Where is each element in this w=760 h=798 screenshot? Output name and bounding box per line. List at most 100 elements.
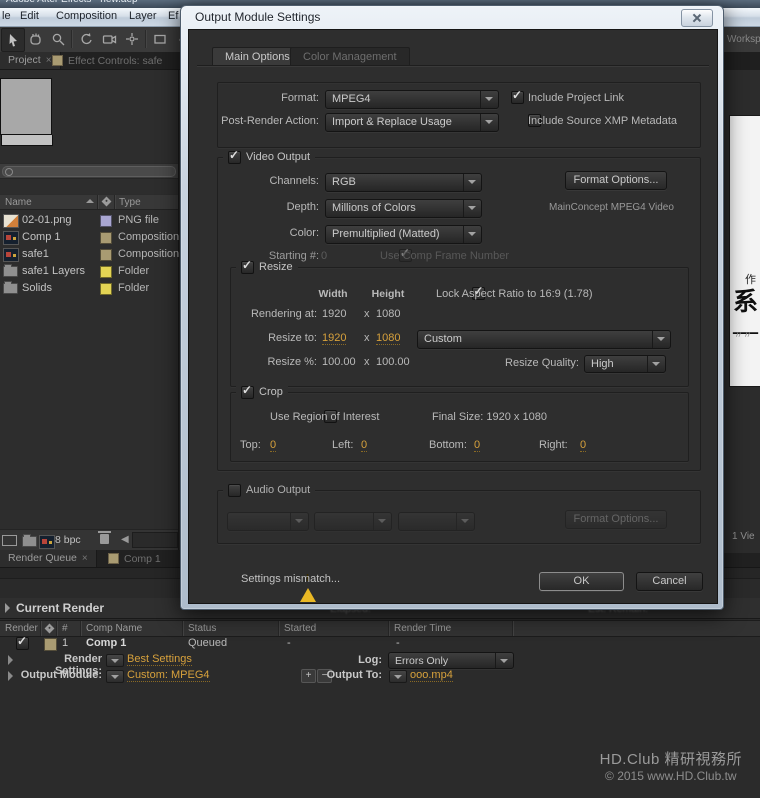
tab-comp-1[interactable]: Comp 1 [100, 550, 169, 567]
output-module-value[interactable]: Custom: MPEG4 [127, 669, 210, 682]
render-settings-dropdown[interactable] [106, 654, 124, 667]
crop-top-field[interactable]: 0 [270, 439, 276, 452]
video-output-checkbox[interactable] [228, 151, 241, 164]
pan-behind-tool-icon[interactable] [121, 28, 143, 50]
starting-number-value[interactable]: 0 [321, 250, 327, 263]
menu-file[interactable]: le [2, 10, 11, 22]
render-settings-row: Render Settings: Best Settings Log: Erro… [0, 652, 760, 668]
watermark-line1: HD.Club 精研視務所 [600, 748, 742, 769]
label-swatch[interactable] [100, 249, 112, 261]
interpret-footage-icon[interactable] [2, 535, 17, 546]
expand-arrow-icon[interactable] [8, 655, 13, 665]
col-render[interactable]: Render [5, 623, 38, 634]
col-number[interactable]: # [62, 623, 68, 634]
rotate-tool-icon[interactable] [75, 28, 97, 50]
resize-quality-dropdown[interactable]: High [584, 355, 666, 373]
tab-render-queue[interactable]: Render Queue× [0, 550, 97, 567]
audio-format-options-button[interactable]: Format Options... [565, 510, 667, 529]
render-queue-row: 1 Comp 1 Queued - - [0, 636, 760, 651]
channels-label: Channels: [219, 175, 319, 188]
close-icon[interactable]: × [82, 553, 88, 564]
use-comp-frame-label: Use Comp Frame Number [380, 250, 509, 263]
col-render-time[interactable]: Render Time [394, 623, 451, 634]
project-item[interactable]: 02-01.png PNG file [0, 212, 178, 229]
audio-rate-dropdown[interactable] [227, 512, 309, 531]
col-comp-name[interactable]: Comp Name [86, 623, 142, 634]
expand-arrow-icon[interactable] [8, 671, 13, 681]
channels-dropdown[interactable]: RGB [325, 173, 482, 192]
settings-mismatch-label[interactable]: Settings mismatch... [241, 573, 340, 586]
comp-color-swatch [52, 55, 63, 66]
project-item[interactable]: Comp 1 Composition [0, 229, 178, 246]
col-started[interactable]: Started [284, 623, 316, 634]
add-output-module-button[interactable]: + [301, 669, 316, 683]
crop-right-field[interactable]: 0 [580, 439, 586, 452]
crop-checkbox[interactable] [241, 386, 254, 399]
label-swatch[interactable] [100, 266, 112, 278]
cancel-button[interactable]: Cancel [636, 572, 703, 591]
render-settings-value[interactable]: Best Settings [127, 653, 192, 666]
zoom-tool-icon[interactable] [47, 28, 69, 50]
trash-icon[interactable] [100, 534, 109, 544]
hand-tool-icon[interactable] [24, 28, 46, 50]
format-options-button[interactable]: Format Options... [565, 171, 667, 190]
output-to-value[interactable]: ooo.mp4 [410, 669, 453, 682]
new-composition-icon[interactable] [39, 535, 55, 549]
audio-channels-dropdown[interactable] [398, 512, 475, 531]
label-swatch[interactable] [44, 638, 57, 651]
output-to-dropdown[interactable] [389, 670, 407, 683]
label-swatch[interactable] [100, 232, 112, 244]
ok-button[interactable]: OK [539, 572, 624, 591]
resize-width-field[interactable]: 1920 [322, 332, 346, 345]
label-swatch[interactable] [100, 215, 112, 227]
project-item[interactable]: Solids Folder [0, 280, 178, 297]
column-name[interactable]: Name [5, 197, 32, 208]
video-output-toggle: Video Output [223, 150, 315, 164]
crop-bottom-field[interactable]: 0 [474, 439, 480, 452]
depth-dropdown[interactable]: Millions of Colors [325, 199, 482, 218]
rendering-at-label: Rendering at: [229, 308, 317, 321]
tab-effect-controls[interactable]: Effect Controls: safe [44, 52, 170, 69]
bit-depth-label[interactable]: 8 bpc [55, 534, 81, 546]
audio-depth-dropdown[interactable] [314, 512, 392, 531]
workspace-label[interactable]: Worksp [727, 34, 760, 45]
menu-composition[interactable]: Composition [56, 10, 117, 22]
tab-color-management[interactable]: Color Management [290, 47, 410, 66]
post-render-action-dropdown[interactable]: Import & Replace Usage [325, 113, 499, 132]
resize-height-field[interactable]: 1080 [376, 332, 400, 345]
camera-tool-icon[interactable] [98, 28, 120, 50]
col-status[interactable]: Status [188, 623, 216, 634]
new-folder-icon[interactable] [22, 536, 37, 547]
close-button[interactable] [681, 9, 713, 27]
chevron-down-icon [290, 513, 308, 530]
menu-edit[interactable]: Edit [20, 10, 39, 22]
render-checkbox[interactable] [16, 637, 29, 650]
row-number: 1 [62, 637, 68, 649]
use-roi-label: Use Region of Interest [270, 411, 379, 424]
tag-icon[interactable] [45, 624, 55, 634]
view-count-label[interactable]: 1 Vie [732, 531, 755, 542]
project-item[interactable]: safe1 Layers Folder [0, 263, 178, 280]
crop-left-field[interactable]: 0 [361, 439, 367, 452]
selection-tool-icon[interactable] [1, 28, 25, 52]
mask-shape-tool-icon[interactable] [149, 28, 171, 50]
expand-arrow-icon[interactable] [5, 603, 10, 613]
log-dropdown[interactable]: Errors Only [388, 652, 514, 669]
menu-effect[interactable]: Ef [168, 10, 178, 22]
format-dropdown[interactable]: MPEG4 [325, 90, 499, 109]
tag-icon[interactable] [102, 197, 112, 207]
project-item[interactable]: safe1 Composition [0, 246, 178, 263]
label-swatch[interactable] [100, 283, 112, 295]
collapse-arrow-icon[interactable]: ◀ [121, 534, 129, 545]
audio-output-checkbox[interactable] [228, 484, 241, 497]
watermark-line2: © 2015 www.HD.Club.tw [600, 769, 742, 783]
output-module-dropdown[interactable] [106, 670, 124, 683]
include-project-link-checkbox[interactable] [511, 91, 524, 104]
resize-preset-dropdown[interactable]: Custom [417, 330, 671, 349]
resize-checkbox[interactable] [241, 261, 254, 274]
column-type[interactable]: Type [119, 197, 141, 208]
search-input[interactable] [2, 166, 176, 177]
height-header: Height [368, 288, 408, 301]
color-dropdown[interactable]: Premultiplied (Matted) [325, 225, 482, 244]
menu-layer[interactable]: Layer [129, 10, 157, 22]
